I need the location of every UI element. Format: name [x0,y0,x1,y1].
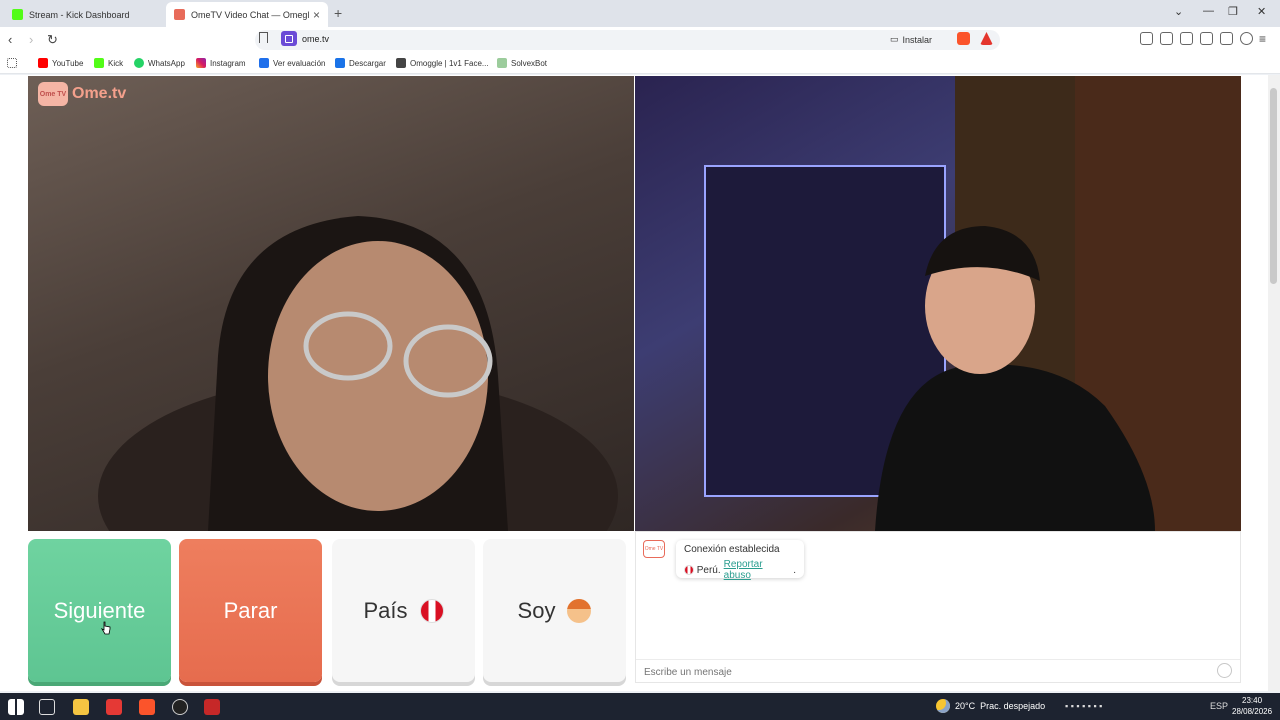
file-explorer-icon[interactable] [73,699,89,715]
peru-flag-icon [684,565,694,575]
clock[interactable]: 23:40 28/08/2026 [1232,695,1272,717]
apps-icon[interactable] [7,58,17,68]
kick-icon [12,9,23,20]
chat-input-bar [636,659,1240,682]
install-label: Instalar [902,34,933,45]
next-button[interactable]: Siguiente [28,539,171,682]
address-bar[interactable] [255,30,1000,50]
windows-start-icon[interactable] [8,699,24,715]
bookmark-descargar[interactable]: Descargar [335,58,386,68]
bookmarks-bar: YouTube Kick WhatsApp Instagram Ver eval… [0,53,1280,74]
gender-button[interactable]: Soy [483,539,626,682]
brave-shields-icon[interactable] [957,32,970,45]
stop-button-label: Parar [223,597,278,623]
omoggle-icon [396,58,406,68]
brave-browser-icon[interactable] [139,699,155,715]
leo-ai-icon[interactable] [1220,32,1233,45]
report-suffix: . [793,564,796,576]
ometv-logo-icon: Ome TV [38,82,68,106]
next-button-label: Siguiente [53,597,146,623]
youtube-icon [38,58,48,68]
tab-strip: Stream - Kick Dashboard OmeTV Video Chat… [0,0,1280,27]
browser-toolbar: ‹ › ↻ ome.tv ▭ Instalar ≡ [0,27,1280,53]
back-icon[interactable]: ‹ [8,32,12,47]
ometv-logo[interactable]: Ome TV Ome.tv [38,82,126,106]
site-info-icon[interactable] [281,31,297,46]
instagram-icon [196,58,206,68]
tab-ometv[interactable]: OmeTV Video Chat — Omegl × [166,2,328,27]
download-icon [335,58,345,68]
partner-country: Perú. [696,564,721,576]
close-tab-icon[interactable]: × [313,8,320,22]
self-video [635,76,1241,531]
url-text[interactable]: ome.tv [302,34,329,44]
tab-title: Stream - Kick Dashboard [29,9,130,20]
language-indicator[interactable]: ESP [1210,701,1228,711]
close-window-icon[interactable]: ✕ [1257,5,1266,18]
install-icon: ▭ [890,34,899,44]
menu-icon[interactable]: ≡ [1259,32,1266,46]
evaluation-icon [259,58,269,68]
ometv-chat-icon: Ome TV [643,540,665,558]
temperature: 20°C [955,701,976,711]
bookmark-youtube[interactable]: YouTube [38,58,83,68]
bookmark-icon[interactable] [259,32,268,43]
restore-icon[interactable]: ❐ [1228,5,1238,18]
tab-kick-dashboard[interactable]: Stream - Kick Dashboard [4,2,166,27]
reload-icon[interactable]: ↻ [47,32,58,48]
ometv-logo-text: Ome.tv [72,85,127,102]
media-icon[interactable] [1160,32,1173,45]
tab-search-icon[interactable]: ⌄ [1174,5,1183,18]
self-video-image [704,76,1241,531]
obs-icon[interactable] [172,699,188,715]
date: 28/08/2026 [1232,707,1273,716]
scrollbar-thumb[interactable] [1270,88,1277,284]
weather-widget[interactable]: 20°C Prac. despejado [936,699,1045,713]
bookmark-ver-evaluacion[interactable]: Ver evaluación [259,58,325,68]
weather-description: Prac. despejado [980,701,1046,711]
ometv-icon [174,9,185,20]
kick-icon [94,58,104,68]
tab-title: OmeTV Video Chat — Omegl [191,9,309,20]
country-button-label: País [363,597,408,623]
install-button[interactable]: ▭ Instalar [890,34,932,45]
report-abuse-link[interactable]: Reportar abuso [724,559,791,581]
app-icon-stream[interactable] [204,699,220,715]
boy-avatar-icon [567,598,592,623]
connection-status: Conexión establecida [684,544,780,555]
solvexbot-icon [497,58,507,68]
whatsapp-icon [134,58,144,68]
vpn-icon[interactable] [1240,32,1253,45]
system-message: Conexión establecida Perú. Reportar abus… [676,540,804,581]
mouse-cursor-icon [101,621,111,635]
bookmark-solvexbot[interactable]: SolvexBot [497,58,547,68]
extensions-icon[interactable] [1140,32,1153,45]
stranger-video [28,76,634,531]
app-icon-red[interactable] [106,699,122,715]
country-filter-button[interactable]: País [332,539,475,682]
stop-button[interactable]: Parar [179,539,322,682]
peru-flag-icon [419,598,444,623]
time: 23:40 [1242,696,1263,705]
bookmark-whatsapp[interactable]: WhatsApp [134,58,185,68]
forward-icon[interactable]: › [29,32,33,47]
stranger-video-image [98,216,618,531]
minimize-icon[interactable]: — [1203,5,1214,17]
tray-icons[interactable]: ▪ ▪ ▪ ▪ ▪ ▪ ▪ [1065,701,1102,711]
emoji-icon[interactable] [1217,663,1232,678]
partly-sunny-icon [936,699,950,713]
wallet-icon[interactable] [1200,32,1213,45]
task-view-icon[interactable] [39,699,55,715]
gender-button-label: Soy [517,597,556,623]
message-input[interactable] [642,664,1202,680]
bookmark-omoggle[interactable]: Omoggle | 1v1 Face... [396,58,489,68]
sidebar-icon[interactable] [1180,32,1193,45]
bookmark-instagram[interactable]: Instagram [196,58,246,68]
bookmark-kick[interactable]: Kick [94,58,123,68]
new-tab-icon[interactable]: + [334,5,342,21]
